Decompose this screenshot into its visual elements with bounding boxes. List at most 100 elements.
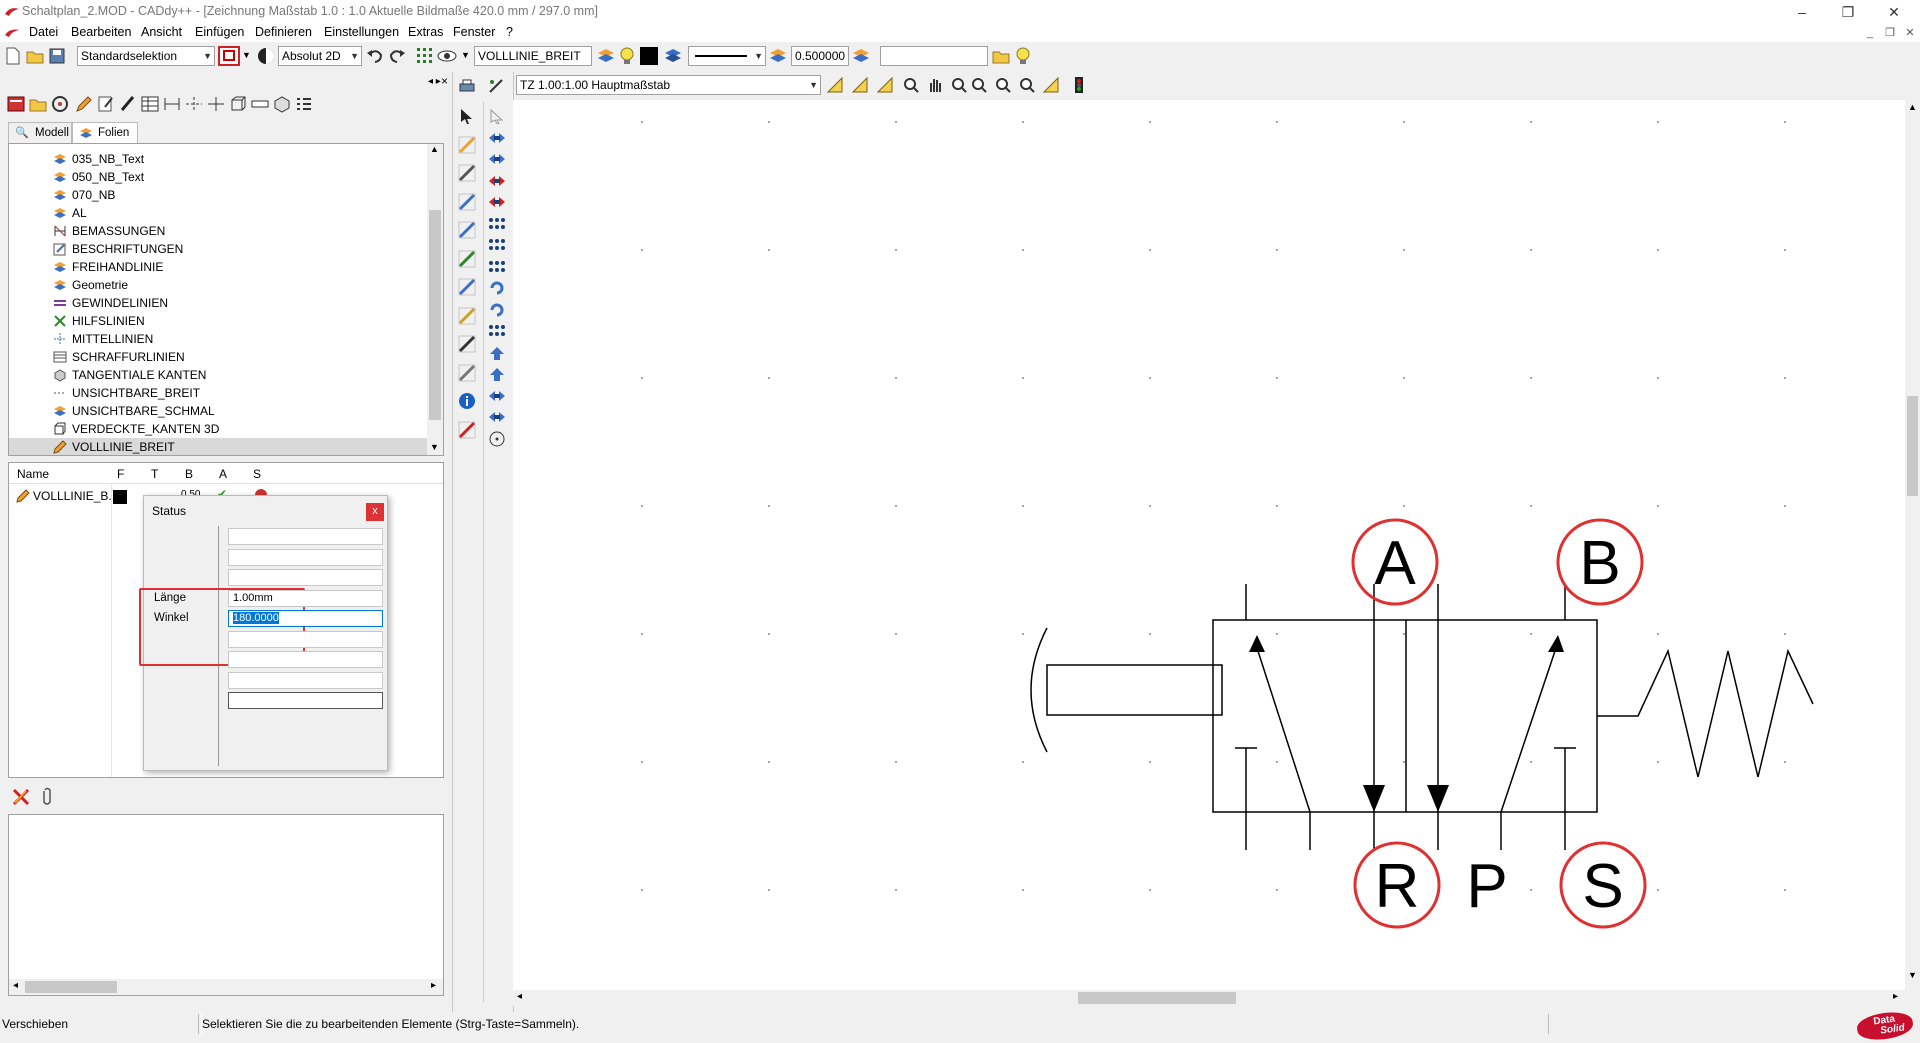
scroll-right-icon[interactable]: ▸ [431,980,436,991]
drawing-canvas[interactable]: A B R P S ▲ ▼ [513,100,1920,990]
brush-button[interactable] [118,94,138,114]
menu-ansicht[interactable]: Ansicht [141,25,182,39]
layer-item[interactable]: SCHRAFFURLINIEN [9,348,429,366]
layer-item[interactable]: MITTELLINIEN [9,330,429,348]
copy-red2-tool[interactable] [487,192,507,212]
tab-modell[interactable]: 🔍 Modell [8,122,72,144]
pan-hand-button[interactable] [925,75,945,95]
triangle-ruler-button[interactable] [850,75,870,95]
info-tool[interactable] [457,391,477,411]
scrollbar-thumb[interactable] [1078,992,1236,1004]
layer-props-button[interactable] [663,46,683,66]
print-button[interactable] [457,76,477,96]
undo-button[interactable] [365,46,385,66]
text-style-tool[interactable] [457,334,477,354]
scroll-down-icon[interactable]: ▼ [1908,970,1917,980]
canvas-vscrollbar[interactable]: ▲ ▼ [1905,100,1920,980]
grid-button[interactable] [415,46,435,66]
zoom-previous-button[interactable] [949,75,969,95]
hatch-tool[interactable] [457,363,477,383]
clip-button[interactable] [37,787,57,807]
arrow-up-tool[interactable] [487,343,507,363]
layer-item[interactable]: AL [9,204,429,222]
new-layer-button[interactable] [96,94,116,114]
layer-input[interactable]: VOLLLINIE_BREIT [474,46,592,66]
menu-einstellungen[interactable]: Einstellungen [324,25,399,39]
layer-item[interactable]: FREIHANDLINIE [9,258,429,276]
layer-item[interactable]: TANGENTIALE KANTEN [9,366,429,384]
compass-button[interactable] [875,75,895,95]
selection-mode-select[interactable]: Standardselektion ▼ [77,46,215,66]
merge-tool[interactable] [487,386,507,406]
bottom-hscrollbar[interactable]: ◂ ▸ [9,979,443,995]
layer-manager-button[interactable] [596,46,616,66]
arrow-up2-tool[interactable] [487,364,507,384]
empty-field[interactable] [228,651,383,668]
box-button[interactable] [228,94,248,114]
search-input[interactable] [880,46,988,66]
scatter-tool[interactable] [487,321,507,341]
layer-item[interactable]: VERDECKTE_KANTEN 3D [9,420,429,438]
move-double-tool[interactable] [487,149,507,169]
dialog-close-button[interactable]: x [366,503,384,521]
coord-mode-select[interactable]: Absolut 2D ▼ [278,46,362,66]
layer-visibility-button[interactable] [617,46,637,66]
redraw-button[interactable] [1041,75,1061,95]
edit-pencil-tool[interactable] [457,135,477,155]
measure-tool-button[interactable] [825,75,845,95]
layer-item[interactable]: HILFSLINIEN [9,312,429,330]
select-arrow-tool[interactable] [457,106,477,126]
scroll-up-icon[interactable]: ▲ [430,144,439,154]
select-hollow-tool[interactable] [487,106,507,126]
empty-field[interactable] [228,630,383,648]
layer-item[interactable]: BESCHRIFTUNGEN [9,240,429,258]
mdi-close-button[interactable]: ✕ [1900,24,1920,42]
mdi-minimize-button[interactable]: _ [1860,24,1880,42]
centerline-button[interactable] [184,94,204,114]
props-color-swatch[interactable] [113,490,127,504]
move-right-tool[interactable] [487,128,507,148]
restore-button[interactable]: ❐ [1826,2,1870,22]
crosshair-button[interactable] [206,94,226,114]
layer-item[interactable]: Geometrie [9,276,429,294]
dimension-button[interactable] [162,94,182,114]
view-mode-button[interactable] [437,46,457,66]
draw-line-tool[interactable] [457,249,477,269]
refresh-button[interactable] [50,94,70,114]
pen-settings-button[interactable] [851,46,871,66]
save-button[interactable] [47,46,67,66]
layer-item[interactable]: 070_NB [9,186,429,204]
copy-red-tool[interactable] [487,171,507,191]
empty-field[interactable] [228,692,383,709]
col-b[interactable]: B [185,467,193,481]
scrollbar-thumb[interactable] [429,210,441,420]
layer-item[interactable]: GEWINDELINIEN [9,294,429,312]
snap-tool[interactable] [457,277,477,297]
menu-einfuegen[interactable]: Einfügen [195,25,244,39]
delete-button[interactable] [11,787,31,807]
solid-button[interactable] [272,94,292,114]
redo-button[interactable] [387,46,407,66]
scale-select[interactable]: TZ 1.00:1.00 Hauptmaßstab ▼ [516,75,821,95]
tree-scrollbar[interactable]: ▲ ▼ [427,144,443,455]
dots-grid2-tool[interactable] [487,257,507,277]
scroll-down-icon[interactable]: ▼ [430,442,439,452]
pin-icon[interactable]: ◂ ▸ [428,76,441,87]
table-button[interactable] [140,94,160,114]
length-field[interactable]: 1.00mm [228,589,383,607]
linewidth-input[interactable]: 0.500000 [791,46,849,66]
col-s[interactable]: S [253,467,261,481]
linewidth-button[interactable] [768,46,788,66]
angle-field[interactable]: 180.0000 [228,610,383,627]
scroll-right-icon[interactable]: ▸ [1893,991,1898,1002]
rotate-ccw-tool[interactable] [487,278,507,298]
chevron-down-icon[interactable]: ▼ [461,50,470,60]
zoom-next-button[interactable] [969,75,989,95]
empty-field[interactable] [228,528,383,545]
scroll-up-icon[interactable]: ▲ [1908,102,1917,112]
layer-item[interactable]: 050_NB_Text [9,168,429,186]
open-folder-button[interactable] [991,46,1011,66]
menu-fenster[interactable]: Fenster [453,25,495,39]
rotate-cw-tool[interactable] [487,300,507,320]
dots-grid-tool[interactable] [487,235,507,255]
